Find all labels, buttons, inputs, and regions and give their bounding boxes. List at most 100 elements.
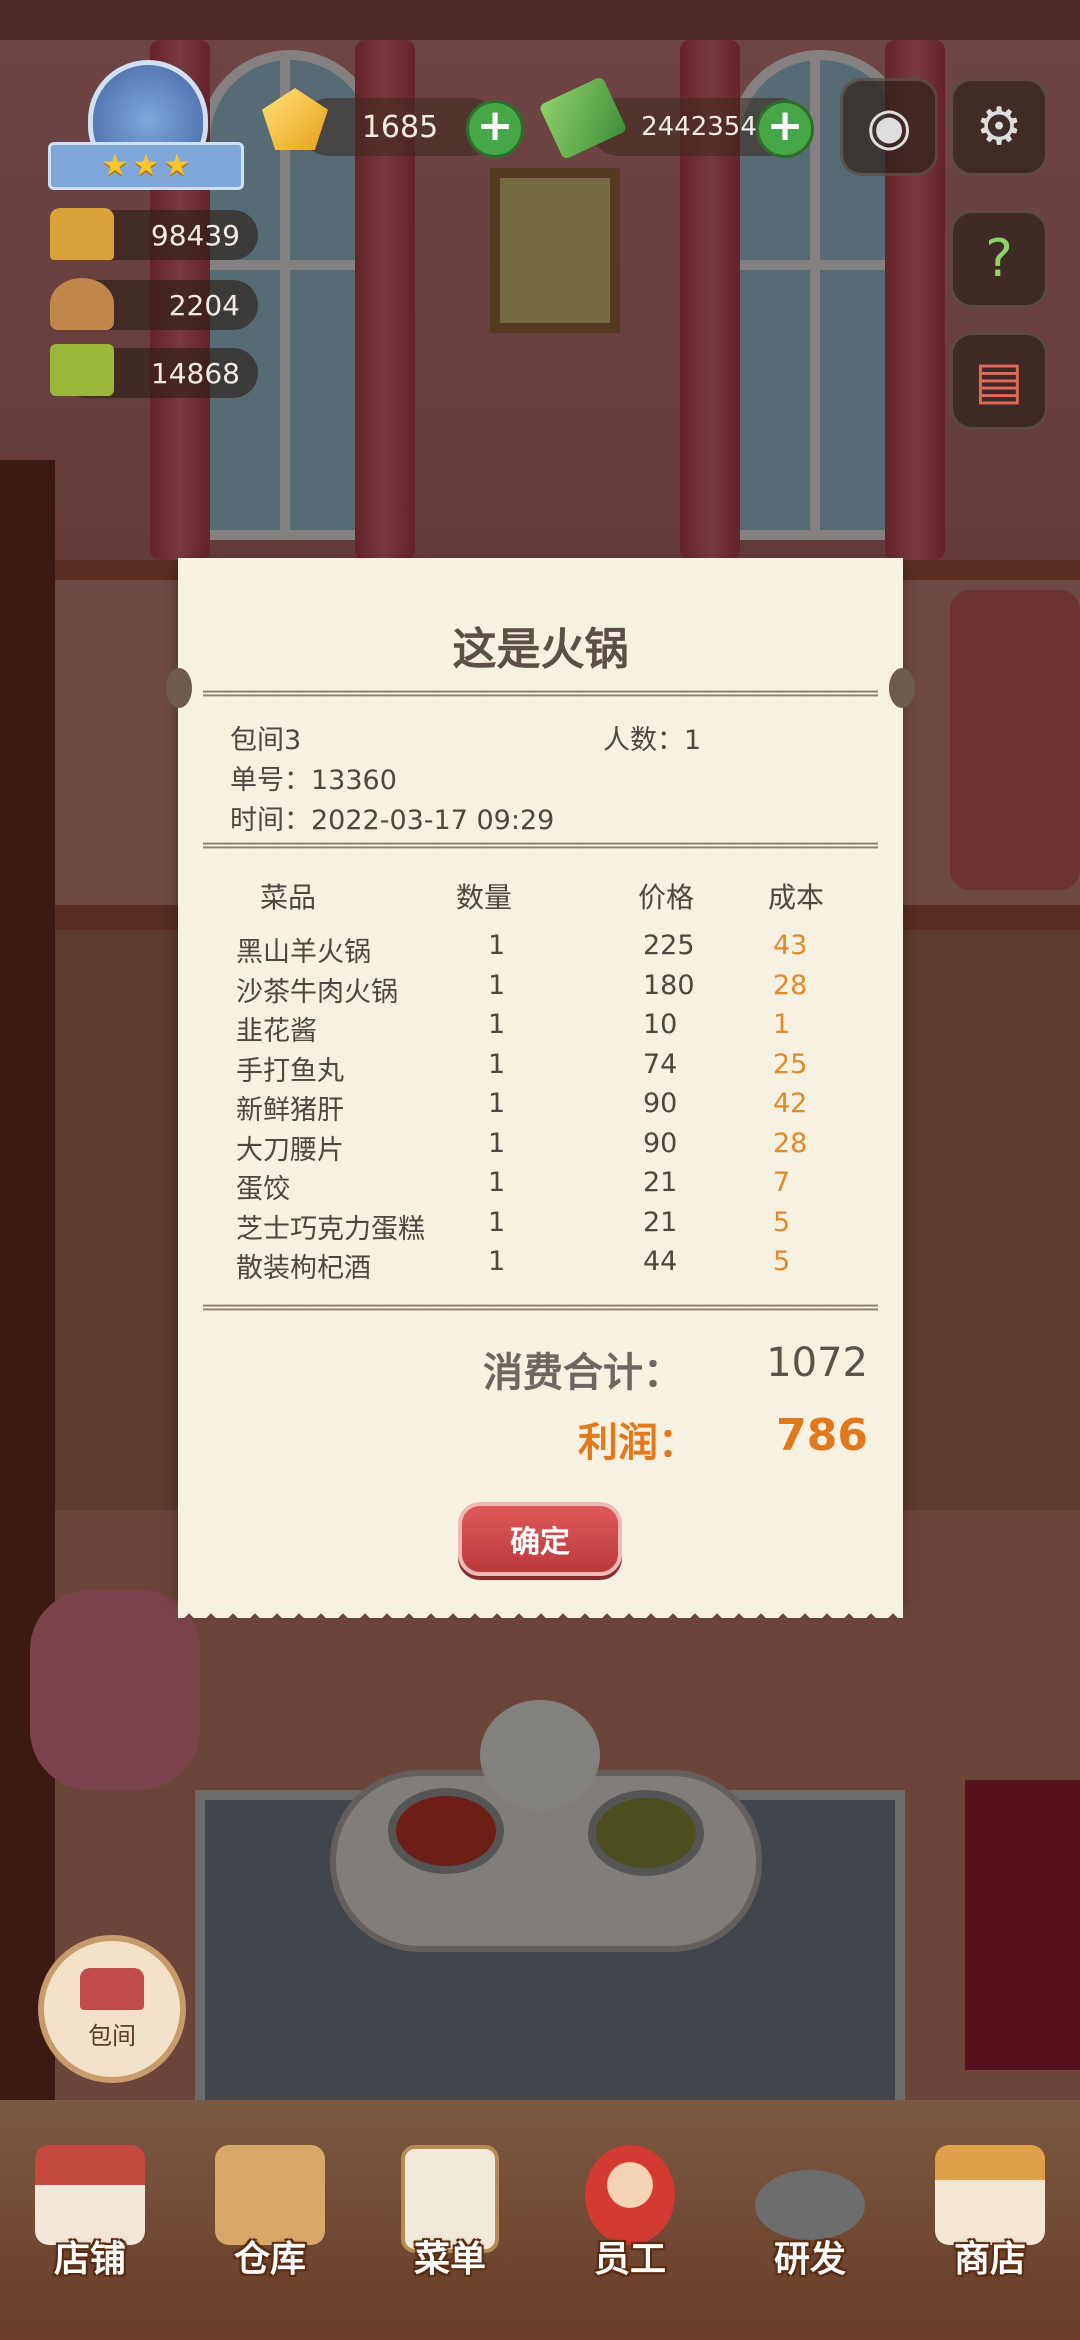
nav-research[interactable]: 研发 xyxy=(720,2130,900,2340)
header-qty: 数量 xyxy=(456,881,513,914)
header-cost: 成本 xyxy=(768,881,825,914)
nav-shop[interactable]: 店铺 xyxy=(0,2130,180,2340)
receipt-row: 新鲜猪肝 1 90 42 xyxy=(178,1088,903,1128)
dish-price: 90 xyxy=(643,1088,678,1119)
add-gems-button[interactable]: + xyxy=(466,100,524,158)
dish-price: 21 xyxy=(643,1207,678,1238)
dish-name: 新鲜猪肝 xyxy=(236,1095,344,1126)
nav-staff-label: 员工 xyxy=(593,2239,666,2280)
order-value: 13360 xyxy=(311,765,397,796)
cloche-icon xyxy=(50,278,114,330)
dish-cost: 42 xyxy=(773,1088,808,1119)
recipe-book-icon xyxy=(50,344,114,396)
bottom-nav: 店铺 仓库 菜单 员工 研发 商店 xyxy=(0,2130,1080,2340)
dish-qty: 1 xyxy=(488,1088,506,1119)
side-stat-value: 14868 xyxy=(150,356,240,390)
dish-price: 90 xyxy=(643,1128,678,1159)
total-label: 消费合计： xyxy=(483,1350,683,1396)
nav-store-label: 商店 xyxy=(953,2239,1026,2280)
receipt-row: 芝士巧克力蛋糕 1 21 5 xyxy=(178,1207,903,1247)
dish-price: 10 xyxy=(643,1009,678,1040)
dish-price: 225 xyxy=(643,930,695,961)
dish-name: 韭花酱 xyxy=(236,1016,317,1047)
private-room-button[interactable]: 包间 xyxy=(38,1935,186,2083)
dish-name: 沙茶牛肉火锅 xyxy=(236,977,398,1008)
dish-name: 芝士巧克力蛋糕 xyxy=(236,1214,425,1245)
nav-menu[interactable]: 菜单 xyxy=(360,2130,540,2340)
dish-cost: 1 xyxy=(773,1009,791,1040)
star-icon: ★ xyxy=(101,148,129,183)
side-stat-value: 98439 xyxy=(150,218,240,252)
dish-price: 21 xyxy=(643,1167,678,1198)
receipt-row: 黑山羊火锅 1 225 43 xyxy=(178,930,903,970)
star-rating: ★ ★ ★ xyxy=(48,142,244,190)
nav-shop-label: 店铺 xyxy=(53,2239,126,2280)
receipt-title: 这是火锅 xyxy=(452,624,629,675)
dish-qty: 1 xyxy=(488,1207,506,1238)
dish-qty: 1 xyxy=(488,1009,506,1040)
nav-warehouse-label: 仓库 xyxy=(233,2239,306,2280)
time-value: 2022-03-17 09:29 xyxy=(311,805,555,836)
dish-cost: 25 xyxy=(773,1049,808,1080)
dish-cost: 7 xyxy=(773,1167,791,1198)
sofa-icon xyxy=(80,1967,144,2010)
dish-qty: 1 xyxy=(488,970,506,1001)
room-name: 包间3 xyxy=(230,725,302,756)
help-book-icon: ? xyxy=(985,229,1013,289)
dish-qty: 1 xyxy=(488,1049,506,1080)
camera-button[interactable]: ◉ xyxy=(840,78,938,176)
receipt-row: 手打鱼丸 1 74 25 xyxy=(178,1049,903,1089)
separator xyxy=(203,686,878,704)
reputation-icon xyxy=(50,208,114,260)
confirm-button[interactable]: 确定 xyxy=(458,1502,622,1576)
guest-count: 人数：1 xyxy=(603,718,701,757)
notes-button[interactable]: ▤ xyxy=(950,332,1048,430)
time-label: 时间： xyxy=(230,805,311,836)
dish-name: 散装枸杞酒 xyxy=(236,1253,371,1284)
order-time: 时间：2022-03-17 09:29 xyxy=(230,798,554,837)
add-cash-button[interactable]: + xyxy=(756,100,814,158)
separator xyxy=(203,1300,878,1318)
private-room-label: 包间 xyxy=(88,2021,136,2050)
profit-value: 786 xyxy=(776,1410,868,1461)
receipt-row: 韭花酱 1 10 1 xyxy=(178,1009,903,1049)
dish-cost: 5 xyxy=(773,1207,791,1238)
dish-cost: 28 xyxy=(773,970,808,1001)
separator xyxy=(203,838,878,856)
receipt-row: 沙茶牛肉火锅 1 180 28 xyxy=(178,970,903,1010)
dish-qty: 1 xyxy=(488,1246,506,1277)
dish-qty: 1 xyxy=(488,1128,506,1159)
notebook-icon: ▤ xyxy=(974,351,1024,411)
dish-qty: 1 xyxy=(488,930,506,961)
rank-badge[interactable]: ★ ★ ★ xyxy=(48,60,244,190)
dish-cost: 28 xyxy=(773,1128,808,1159)
nav-research-label: 研发 xyxy=(773,2239,846,2280)
dish-cost: 5 xyxy=(773,1246,791,1277)
dish-price: 74 xyxy=(643,1049,678,1080)
dish-name: 手打鱼丸 xyxy=(236,1056,344,1087)
side-stat-value: 2204 xyxy=(168,288,240,322)
nav-staff[interactable]: 员工 xyxy=(540,2130,720,2340)
gear-icon: ⚙ xyxy=(975,97,1023,157)
help-book-button[interactable]: ? xyxy=(950,210,1048,308)
dish-name: 蛋饺 xyxy=(236,1174,290,1205)
dish-price: 180 xyxy=(643,970,695,1001)
order-number: 单号：13360 xyxy=(230,758,397,797)
nav-warehouse[interactable]: 仓库 xyxy=(180,2130,360,2340)
receipt-row: 蛋饺 1 21 7 xyxy=(178,1167,903,1207)
guest-label: 人数： xyxy=(603,725,684,756)
receipt-dialog: 这是火锅 包间3 人数：1 单号：13360 时间：2022-03-17 09:… xyxy=(166,558,915,1618)
dish-qty: 1 xyxy=(488,1167,506,1198)
nav-menu-label: 菜单 xyxy=(413,2239,486,2280)
guest-value: 1 xyxy=(684,725,702,756)
receipt-row: 散装枸杞酒 1 44 5 xyxy=(178,1246,903,1286)
header-dish: 菜品 xyxy=(260,881,317,914)
star-icon: ★ xyxy=(163,148,191,183)
dish-name: 黑山羊火锅 xyxy=(236,937,371,968)
order-label: 单号： xyxy=(230,765,311,796)
total-value: 1072 xyxy=(766,1340,868,1386)
nav-store[interactable]: 商店 xyxy=(900,2130,1080,2340)
star-icon: ★ xyxy=(132,148,160,183)
receipt-row: 大刀腰片 1 90 28 xyxy=(178,1128,903,1168)
settings-button[interactable]: ⚙ xyxy=(950,78,1048,176)
